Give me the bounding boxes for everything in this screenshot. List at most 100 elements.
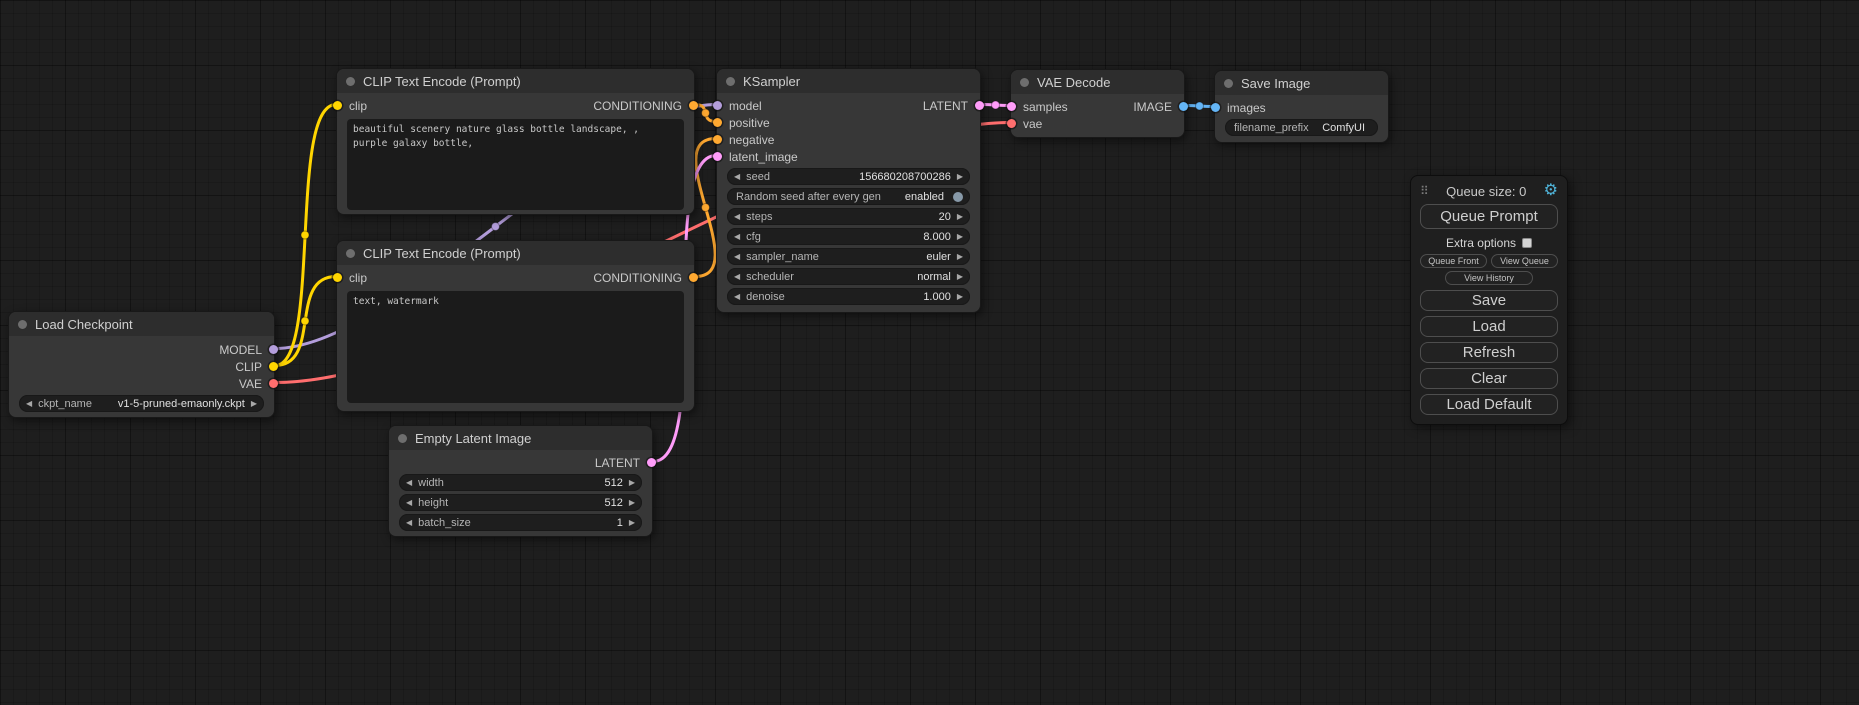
seed-widget[interactable]: ◀ seed 156680208700286 ▶: [727, 168, 970, 185]
node-title-bar[interactable]: VAE Decode: [1011, 70, 1184, 94]
view-queue-button[interactable]: View Queue: [1491, 254, 1558, 268]
slot-label: vae: [1023, 117, 1042, 131]
node-title-bar[interactable]: Save Image: [1215, 71, 1388, 95]
height-widget[interactable]: ◀ height 512 ▶: [399, 494, 642, 511]
latent-image-input-dot[interactable]: [713, 152, 722, 161]
clear-button[interactable]: Clear: [1420, 368, 1558, 389]
batch-size-widget[interactable]: ◀ batch_size 1 ▶: [399, 514, 642, 531]
latent-output-dot[interactable]: [647, 458, 656, 467]
drag-handle-icon[interactable]: ⠿: [1420, 184, 1429, 198]
view-history-button[interactable]: View History: [1445, 271, 1533, 285]
positive-input-dot[interactable]: [713, 118, 722, 127]
decrement-arrow-icon[interactable]: ◀: [406, 498, 412, 507]
image-output-dot[interactable]: [1179, 102, 1188, 111]
width-widget[interactable]: ◀ width 512 ▶: [399, 474, 642, 491]
node-clip-text-encode-negative[interactable]: CLIP Text Encode (Prompt) clip CONDITION…: [336, 240, 695, 412]
load-default-button[interactable]: Load Default: [1420, 394, 1558, 415]
queue-prompt-button[interactable]: Queue Prompt: [1420, 204, 1558, 229]
increment-arrow-icon[interactable]: ▶: [957, 252, 963, 261]
sampler-name-widget[interactable]: ◀ sampler_name euler ▶: [727, 248, 970, 265]
node-load-checkpoint[interactable]: Load Checkpoint MODEL CLIP VAE ◀ ckpt_na…: [8, 311, 275, 418]
clip-output-dot[interactable]: [269, 362, 278, 371]
vae-input-dot[interactable]: [1007, 119, 1016, 128]
negative-input-dot[interactable]: [713, 135, 722, 144]
ckpt-name-widget[interactable]: ◀ ckpt_name v1-5-pruned-emaonly.ckpt ▶: [19, 395, 264, 412]
clip-input-dot[interactable]: [333, 273, 342, 282]
conditioning-output-dot[interactable]: [689, 273, 698, 282]
extra-options-checkbox[interactable]: [1522, 238, 1532, 248]
model-output-dot[interactable]: [269, 345, 278, 354]
increment-arrow-icon[interactable]: ▶: [629, 498, 635, 507]
samples-input-dot[interactable]: [1007, 102, 1016, 111]
decrement-arrow-icon[interactable]: ◀: [734, 172, 740, 181]
filename-prefix-widget[interactable]: filename_prefix ComfyUI: [1225, 119, 1378, 136]
decrement-arrow-icon[interactable]: ◀: [734, 252, 740, 261]
latent-output-dot[interactable]: [975, 101, 984, 110]
increment-arrow-icon[interactable]: ▶: [957, 212, 963, 221]
images-input-dot[interactable]: [1211, 103, 1220, 112]
increment-arrow-icon[interactable]: ▶: [251, 399, 257, 408]
prompt-textarea[interactable]: beautiful scenery nature glass bottle la…: [347, 119, 684, 210]
node-clip-text-encode-positive[interactable]: CLIP Text Encode (Prompt) clip CONDITION…: [336, 68, 695, 215]
decrement-arrow-icon[interactable]: ◀: [26, 399, 32, 408]
increment-arrow-icon[interactable]: ▶: [629, 478, 635, 487]
widget-label: sampler_name: [746, 251, 819, 263]
increment-arrow-icon[interactable]: ▶: [957, 292, 963, 301]
increment-arrow-icon[interactable]: ▶: [957, 272, 963, 281]
node-title-bar[interactable]: Empty Latent Image: [389, 426, 652, 450]
node-save-image[interactable]: Save Image images filename_prefix ComfyU…: [1214, 70, 1389, 143]
collapse-dot-icon[interactable]: [1224, 79, 1233, 88]
decrement-arrow-icon[interactable]: ◀: [734, 212, 740, 221]
queue-panel: ⠿ Queue size: 0 ⚙ Queue Prompt Extra opt…: [1410, 175, 1568, 425]
widget-label: seed: [746, 171, 770, 183]
increment-arrow-icon[interactable]: ▶: [957, 172, 963, 181]
collapse-dot-icon[interactable]: [346, 77, 355, 86]
clip-input-dot[interactable]: [333, 101, 342, 110]
collapse-dot-icon[interactable]: [1020, 78, 1029, 87]
wire-image: [1185, 106, 1214, 107]
load-button[interactable]: Load: [1420, 316, 1558, 337]
decrement-arrow-icon[interactable]: ◀: [406, 478, 412, 487]
denoise-widget[interactable]: ◀ denoise 1.000 ▶: [727, 288, 970, 305]
slot-label-image: IMAGE: [1133, 100, 1172, 114]
queue-front-button[interactable]: Queue Front: [1420, 254, 1487, 268]
decrement-arrow-icon[interactable]: ◀: [734, 292, 740, 301]
node-vae-decode[interactable]: VAE Decode samples IMAGE vae: [1010, 69, 1185, 138]
collapse-dot-icon[interactable]: [346, 249, 355, 258]
slot-label: CLIP: [235, 360, 262, 374]
slot-label-samples: samples: [1023, 100, 1068, 114]
vae-output-dot[interactable]: [269, 379, 278, 388]
node-title-bar[interactable]: CLIP Text Encode (Prompt): [337, 69, 694, 93]
random-seed-toggle-widget[interactable]: Random seed after every gen enabled: [727, 188, 970, 205]
slot-label-latent: LATENT: [923, 99, 968, 113]
toggle-dot[interactable]: [953, 192, 963, 202]
conditioning-output-dot[interactable]: [689, 101, 698, 110]
increment-arrow-icon[interactable]: ▶: [629, 518, 635, 527]
settings-gear-icon[interactable]: ⚙: [1544, 183, 1558, 199]
decrement-arrow-icon[interactable]: ◀: [734, 272, 740, 281]
widget-value: 512: [604, 477, 622, 489]
prompt-textarea[interactable]: text, watermark: [347, 291, 684, 403]
save-button[interactable]: Save: [1420, 290, 1558, 311]
model-input-dot[interactable]: [713, 101, 722, 110]
refresh-button[interactable]: Refresh: [1420, 342, 1558, 363]
link-midpoint-dot: [992, 101, 1000, 109]
decrement-arrow-icon[interactable]: ◀: [406, 518, 412, 527]
collapse-dot-icon[interactable]: [726, 77, 735, 86]
link-midpoint-dot: [301, 317, 309, 325]
scheduler-widget[interactable]: ◀ scheduler normal ▶: [727, 268, 970, 285]
node-ksampler[interactable]: KSampler model LATENT positive negative …: [716, 68, 981, 313]
node-empty-latent-image[interactable]: Empty Latent Image LATENT ◀ width 512 ▶ …: [388, 425, 653, 537]
link-midpoint-dot: [1196, 102, 1204, 110]
collapse-dot-icon[interactable]: [398, 434, 407, 443]
node-title-bar[interactable]: Load Checkpoint: [9, 312, 274, 336]
cfg-widget[interactable]: ◀ cfg 8.000 ▶: [727, 228, 970, 245]
node-title-bar[interactable]: KSampler: [717, 69, 980, 93]
node-title-bar[interactable]: CLIP Text Encode (Prompt): [337, 241, 694, 265]
view-history-row: View History: [1420, 271, 1558, 285]
input-slot-images: images: [1215, 99, 1388, 116]
collapse-dot-icon[interactable]: [18, 320, 27, 329]
increment-arrow-icon[interactable]: ▶: [957, 232, 963, 241]
steps-widget[interactable]: ◀ steps 20 ▶: [727, 208, 970, 225]
decrement-arrow-icon[interactable]: ◀: [734, 232, 740, 241]
